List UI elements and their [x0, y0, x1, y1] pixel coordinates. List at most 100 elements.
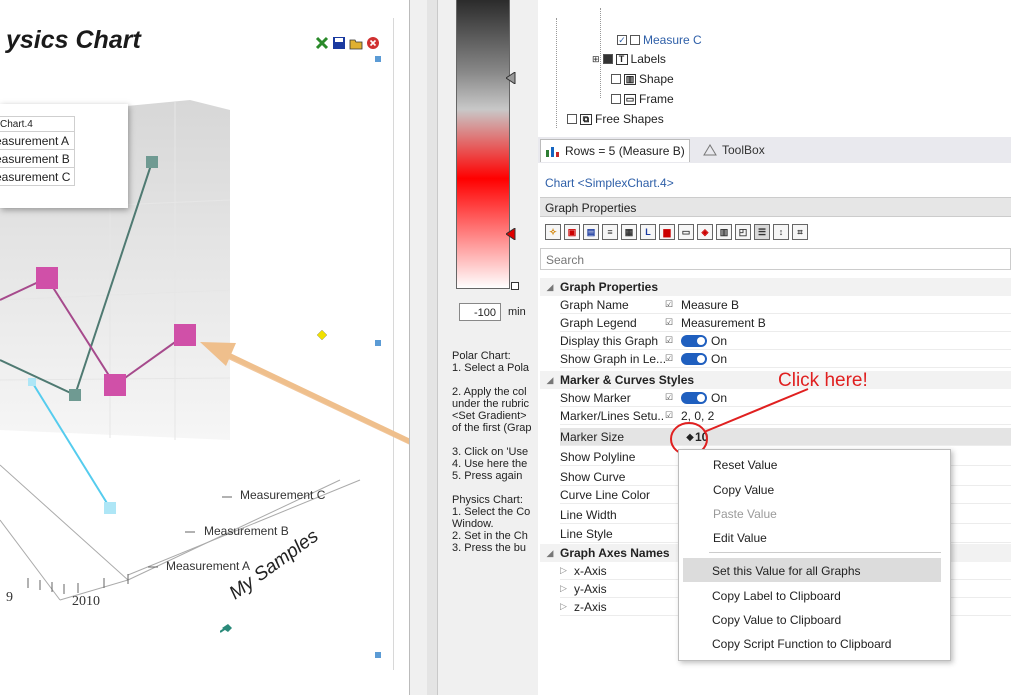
tree-item-free-shapes[interactable]: ⧉ Free Shapes	[567, 110, 664, 128]
table-icon[interactable]: ≡	[602, 224, 618, 240]
gradient-end-marker[interactable]	[511, 282, 519, 290]
expand-icon[interactable]: ▷	[560, 565, 574, 576]
edit-icon[interactable]: ☑	[665, 353, 681, 364]
row-name: Show Curve	[560, 469, 626, 484]
tree-item-measure-c[interactable]: ✓ Measure C	[617, 31, 702, 49]
selection-diamond[interactable]	[316, 329, 328, 341]
chart-legend[interactable]: xChart.4 easurement A easurement B easur…	[0, 104, 128, 208]
category-graph-properties[interactable]: ◢ Graph Properties	[540, 278, 1011, 296]
toggle-switch[interactable]	[681, 353, 707, 366]
layout-icon[interactable]: ▥	[716, 224, 732, 240]
collapse-icon[interactable]: ◢	[540, 548, 560, 559]
row-value: On	[711, 351, 728, 366]
tab-toolbox[interactable]: ToolBox	[698, 139, 769, 161]
edit-icon[interactable]: ☑	[665, 299, 681, 310]
row-value[interactable]: Measurement B	[681, 316, 1011, 330]
open-folder-icon[interactable]	[349, 36, 363, 50]
menu-set-all-graphs[interactable]: Set this Value for all Graphs	[712, 564, 861, 578]
series-b-point[interactable]	[104, 374, 126, 396]
row-graph-legend[interactable]: Graph Legend ☑ Measurement B	[560, 314, 1011, 332]
checkbox-icon[interactable]	[611, 94, 621, 104]
min-label: min	[508, 306, 526, 318]
expand-icon[interactable]: ⊞	[592, 54, 600, 65]
tree-item-frame[interactable]: ▭ Frame	[611, 90, 674, 108]
menu-copy-script[interactable]: Copy Script Function to Clipboard	[712, 637, 891, 651]
search-input[interactable]: Search	[540, 248, 1011, 270]
gradient-bar[interactable]	[456, 0, 510, 289]
legend-header: xChart.4	[0, 116, 76, 132]
resize-handle[interactable]	[375, 652, 381, 658]
series-c-point[interactable]	[69, 389, 81, 401]
checkbox-icon[interactable]	[602, 54, 613, 64]
series-a-point[interactable]	[28, 378, 36, 386]
resize-handle[interactable]	[375, 56, 381, 62]
gradient-slider-grey[interactable]	[506, 72, 516, 84]
text-icon: T	[615, 53, 628, 65]
menu-edit-value[interactable]: Edit Value	[713, 531, 767, 545]
gradient-slider-red[interactable]	[506, 228, 516, 240]
tab-rows[interactable]: Rows = 5 (Measure B)	[540, 139, 690, 162]
row-name: Show Polyline	[560, 449, 636, 464]
row-value[interactable]: Measure B	[681, 298, 1011, 312]
row-name: z-Axis	[574, 599, 607, 614]
properties-icon[interactable]: ▦	[621, 224, 637, 240]
tab-label: Rows = 5 (Measure B)	[565, 144, 685, 158]
checkbox-icon[interactable]	[611, 74, 621, 84]
label-icon[interactable]: L	[640, 224, 656, 240]
shape-icon: ▥	[624, 73, 636, 85]
expand-icon[interactable]: ▷	[560, 583, 574, 594]
category-label: Graph Properties	[560, 280, 659, 294]
splitter[interactable]	[427, 0, 438, 695]
section-title: Graph Properties	[540, 197, 1011, 217]
tree-item-label: Labels	[630, 52, 666, 66]
toggle-switch[interactable]	[681, 335, 707, 348]
paint-icon[interactable]: ◈	[697, 224, 713, 240]
folder-icon[interactable]: ▭	[678, 224, 694, 240]
instructions-text: Polar Chart: 1. Select a Pola 2. Apply t…	[452, 350, 532, 554]
menu-reset-value[interactable]: Reset Value	[713, 458, 777, 472]
edit-icon[interactable]: ☑	[665, 335, 681, 346]
chart-title: ysics Chart	[6, 26, 141, 54]
callout-text: Click here!	[778, 370, 868, 391]
row-show-legend[interactable]: Show Graph in Le... ☑ On	[560, 350, 1011, 368]
min-value-input[interactable]: -100	[459, 303, 501, 321]
tree-item-label: Shape	[639, 72, 674, 86]
series-a-point[interactable]	[104, 502, 116, 514]
series-b-point[interactable]	[174, 324, 196, 346]
row-name: Marker Size	[560, 429, 625, 444]
chart-settings-icon[interactable]: ▣	[564, 224, 580, 240]
category-label: Graph Axes Names	[560, 546, 670, 560]
legend-item-a: easurement A	[0, 131, 76, 150]
grid-icon[interactable]: ▤	[583, 224, 599, 240]
checkbox-icon[interactable]	[567, 114, 577, 124]
close-icon[interactable]	[366, 36, 380, 50]
row-display-graph[interactable]: Display this Graph ☑ On	[560, 332, 1011, 350]
menu-copy-value-clipboard[interactable]: Copy Value to Clipboard	[712, 613, 841, 627]
edit-icon[interactable]: ☑	[665, 317, 681, 328]
save-icon[interactable]	[332, 36, 346, 50]
breadcrumb[interactable]: Chart <SimplexChart.4>	[545, 176, 674, 190]
tree-item-shape[interactable]: ▥ Shape	[611, 70, 674, 88]
new-icon[interactable]: ✧	[545, 224, 561, 240]
callout-line	[703, 388, 809, 433]
close-x-icon[interactable]	[315, 36, 329, 50]
expand-icon[interactable]: ▷	[560, 601, 574, 612]
tree-item-label: Measure C	[643, 33, 702, 47]
series-c-point[interactable]	[146, 156, 158, 168]
checkbox-icon[interactable]: ✓	[617, 35, 627, 45]
color-icon[interactable]: ▆	[659, 224, 675, 240]
collapse-icon[interactable]: ◢	[540, 375, 560, 386]
legend-item-c: easurement C	[0, 167, 76, 186]
pin-grid-icon[interactable]: ⌗	[792, 224, 808, 240]
menu-copy-label[interactable]: Copy Label to Clipboard	[712, 589, 841, 603]
tree-item-labels[interactable]: ⊞ T Labels	[592, 50, 666, 68]
tag-icon[interactable]: ◰	[735, 224, 751, 240]
menu-copy-value[interactable]: Copy Value	[713, 483, 774, 497]
series-b-point[interactable]	[36, 267, 58, 289]
sort-az-icon[interactable]: ↕	[773, 224, 789, 240]
resize-handle[interactable]	[375, 340, 381, 346]
categorized-icon[interactable]: ☰	[754, 224, 770, 240]
edit-icon[interactable]: ☑	[665, 392, 681, 403]
collapse-icon[interactable]: ◢	[540, 282, 560, 293]
row-graph-name[interactable]: Graph Name ☑ Measure B	[560, 296, 1011, 314]
